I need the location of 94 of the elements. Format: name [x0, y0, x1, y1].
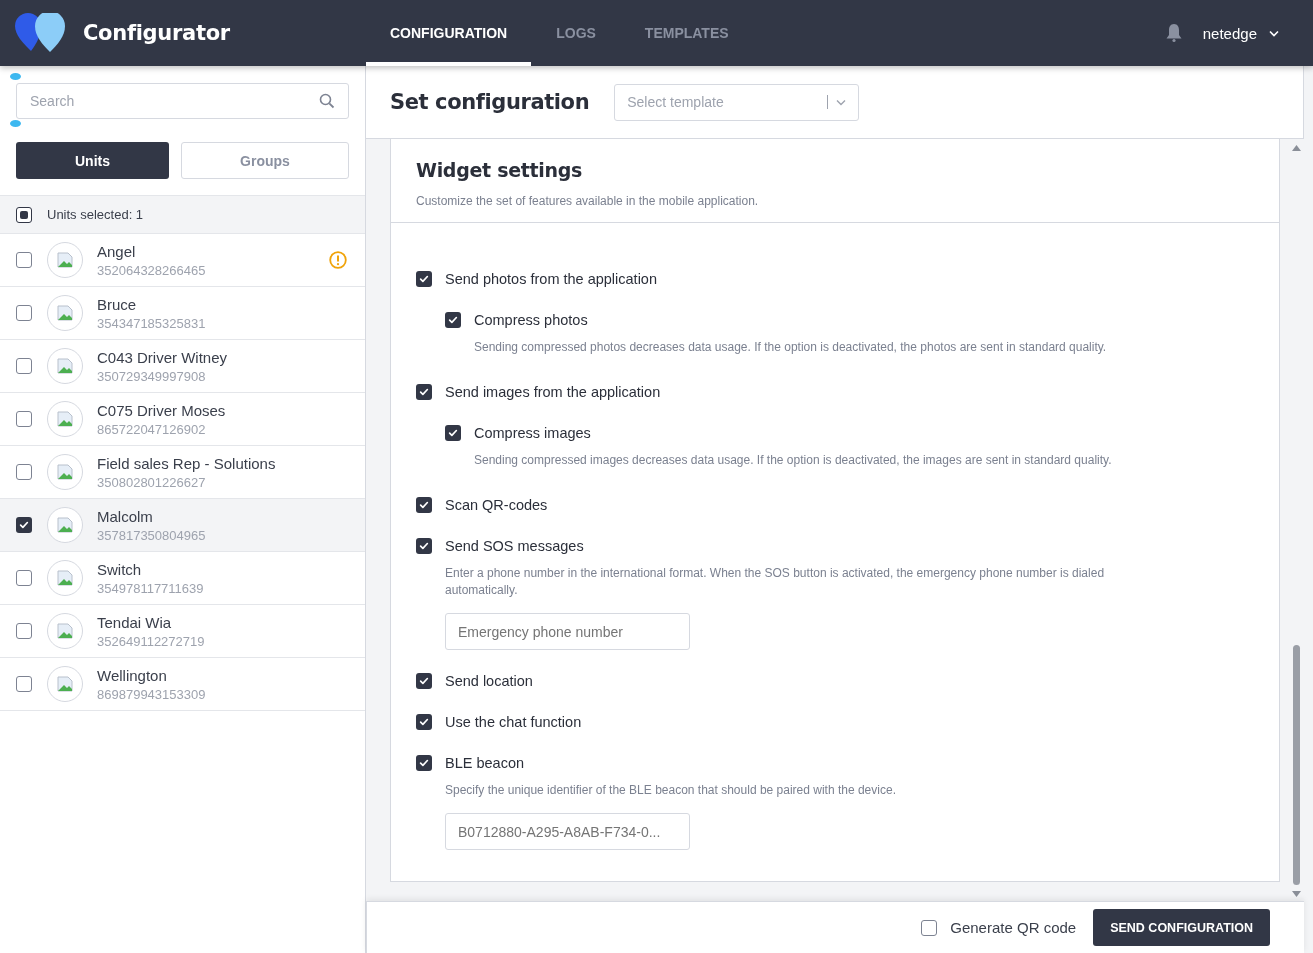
image-icon: [57, 570, 73, 586]
section-title: Widget settings: [416, 159, 584, 181]
option-description: Enter a phone number in the international format. When the SOS button is activated, the emergency phone number is dialed automatically.: [445, 565, 1106, 599]
page-title: Set configuration: [390, 90, 590, 114]
arrow-down-icon[interactable]: [1291, 891, 1301, 897]
checkbox[interactable]: [445, 425, 461, 441]
checkbox[interactable]: [921, 919, 938, 936]
chevron-down-icon: [836, 98, 847, 106]
image-icon: [57, 411, 73, 427]
checkbox[interactable]: [16, 252, 32, 268]
option-label: Compress images: [474, 425, 591, 441]
logo-icon: [15, 13, 67, 53]
app-title: Configurator: [83, 21, 230, 45]
unit-id: 354978117711639: [97, 580, 205, 596]
checkbox[interactable]: [16, 305, 32, 321]
checkmark-icon: [418, 716, 430, 728]
unit-id: 357817350804965: [97, 527, 207, 543]
unit-id: 352064328266465: [97, 262, 207, 278]
image-icon: [57, 305, 73, 321]
unit-name: Tendai Wia: [97, 613, 173, 631]
user-menu[interactable]: netedge: [1202, 24, 1279, 42]
unit-id: 354347185325831: [97, 315, 207, 331]
image-icon: [57, 623, 73, 639]
input-field[interactable]: B0712880-A295-A8AB-F734-0...: [445, 813, 690, 850]
checkbox[interactable]: [416, 538, 432, 554]
checkmark-icon: [418, 273, 430, 285]
image-icon: [57, 252, 73, 268]
unit-id: 865722047126902: [97, 421, 207, 437]
checkbox[interactable]: [16, 464, 32, 480]
checkbox[interactable]: [16, 676, 32, 692]
option-description: Sending compressed photos decreases data usage. If the option is deactivated, the photos are sent in standard quality.: [474, 339, 1108, 356]
image-icon: [57, 464, 73, 480]
option-label: Send SOS messages: [445, 538, 584, 554]
checkmark-icon: [447, 427, 459, 439]
option-label: Scan QR-codes: [445, 497, 548, 513]
unit-name: Malcolm: [97, 507, 154, 525]
checkmark-icon: [447, 314, 459, 326]
checkmark-icon: [418, 675, 430, 687]
unit-id: 869879943153309: [97, 686, 207, 702]
send-configuration-button[interactable]: SEND CONFIGURATION: [1093, 909, 1270, 946]
unit-name: Wellington: [97, 666, 168, 684]
unit-name: Angel: [97, 242, 137, 260]
unit-name: C043 Driver Witney: [97, 348, 229, 366]
checkmark-icon: [418, 757, 430, 769]
option-label: Compress photos: [474, 312, 588, 328]
option-label: Send location: [445, 673, 533, 689]
scrollbar-thumb[interactable]: [1292, 645, 1300, 885]
image-icon: [57, 517, 73, 533]
bell-icon[interactable]: [1164, 23, 1183, 43]
checkbox[interactable]: [416, 714, 432, 730]
selection-count: Units selected: 1: [47, 207, 144, 222]
checkbox[interactable]: [16, 358, 32, 374]
checkbox[interactable]: [16, 206, 32, 223]
handle-icon[interactable]: [10, 120, 21, 127]
checkbox[interactable]: [416, 271, 432, 287]
segment-tab[interactable]: Units: [16, 142, 169, 179]
checkbox[interactable]: [16, 411, 32, 427]
nav-tab[interactable]: TEMPLATES: [620, 0, 753, 66]
option-label: Use the chat function: [445, 714, 582, 730]
input-field[interactable]: Emergency phone number: [445, 613, 690, 650]
checkbox[interactable]: [16, 517, 32, 533]
checkmark-icon: [18, 519, 30, 531]
option-label: Send photos from the application: [445, 271, 657, 287]
checkmark-icon: [418, 386, 430, 398]
image-icon: [57, 676, 73, 692]
checkbox[interactable]: [416, 384, 432, 400]
image-icon: [57, 358, 73, 374]
option-label: BLE beacon: [445, 755, 524, 771]
checkmark-icon: [418, 499, 430, 511]
unit-name: Bruce: [97, 295, 138, 313]
handle-icon[interactable]: [10, 73, 21, 80]
checkbox[interactable]: [416, 755, 432, 771]
search-icon: [319, 93, 335, 109]
option-description: Specify the unique identifier of the BLE beacon that should be paired with the device.: [445, 782, 897, 799]
unit-id: 352649112272719: [97, 633, 206, 649]
option-label: Send images from the application: [445, 384, 661, 400]
nav-tab[interactable]: LOGS: [532, 0, 620, 66]
checkbox[interactable]: [416, 497, 432, 513]
search-field[interactable]: Search: [16, 83, 349, 119]
unit-id: 350802801226627: [97, 474, 207, 490]
checkbox[interactable]: [445, 312, 461, 328]
unit-id: 350729349997908: [97, 368, 207, 384]
option-description: Sending compressed images decreases data usage. If the option is deactivated, the images are sent in standard quality.: [474, 452, 1113, 469]
checkbox[interactable]: [16, 623, 32, 639]
chevron-down-icon: [1269, 29, 1279, 37]
checkbox-label: Generate QR code: [950, 919, 1077, 936]
unit-name: Field sales Rep - Solutions: [97, 454, 277, 472]
unit-name: Switch: [97, 560, 143, 578]
unit-name: C075 Driver Moses: [97, 401, 227, 419]
checkbox[interactable]: [16, 570, 32, 586]
checkbox[interactable]: [416, 673, 432, 689]
checkmark-icon: [418, 540, 430, 552]
section-description: Customize the set of features available in the mobile application.: [416, 194, 760, 208]
arrow-up-icon[interactable]: [1291, 145, 1301, 151]
